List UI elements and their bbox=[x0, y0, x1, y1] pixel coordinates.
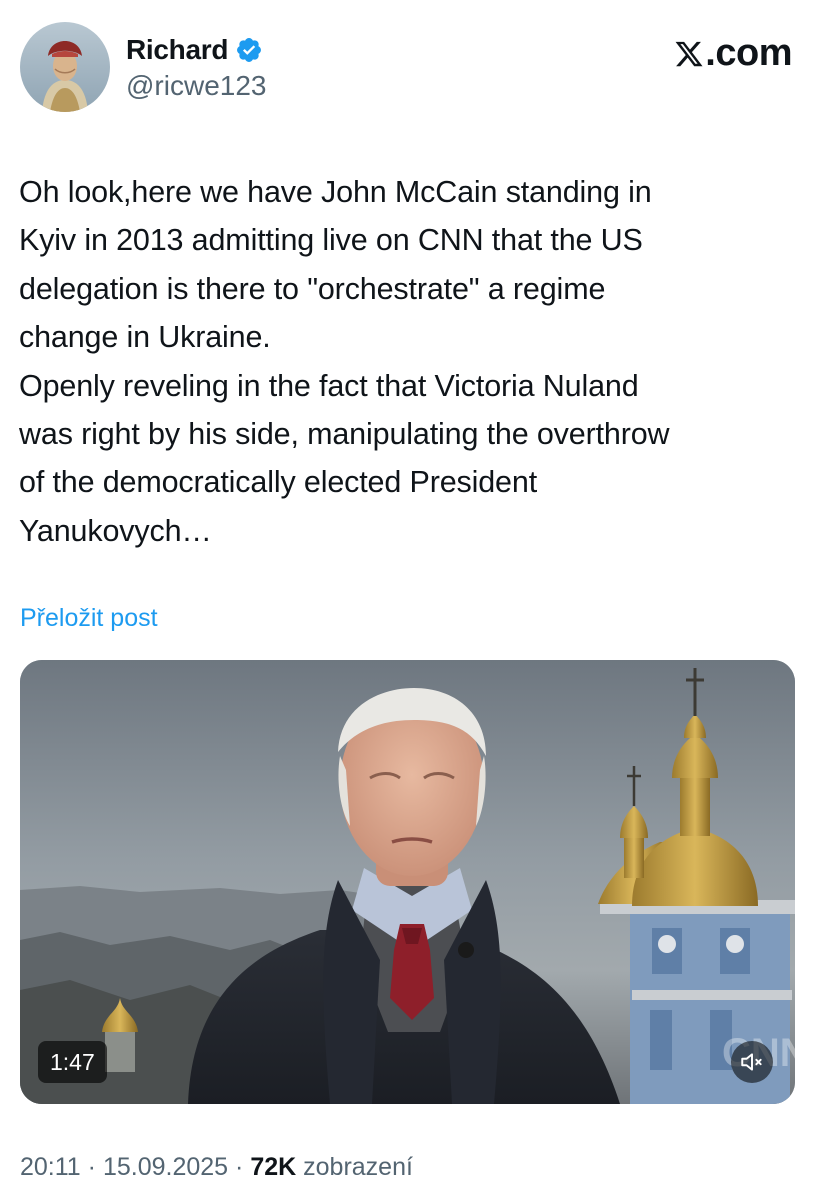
meta-separator: · bbox=[87, 1153, 96, 1181]
speaker-muted-icon bbox=[741, 1053, 762, 1071]
tweet-header: Richard @ricwe123 .com bbox=[20, 22, 795, 114]
brand-logo: .com bbox=[674, 32, 792, 75]
author-block: Richard @ricwe123 bbox=[126, 32, 266, 102]
post-date[interactable]: 15.09.2025 bbox=[103, 1153, 228, 1181]
tweet-text-line: Kyiv in 2013 admitting live on CNN that … bbox=[19, 223, 643, 258]
x-logo-icon bbox=[675, 41, 703, 66]
translate-post-link[interactable]: Přeložit post bbox=[20, 604, 158, 633]
tweet-text-line: of the democratically elected President bbox=[19, 465, 538, 500]
tweet-text-line: Yanukovych… bbox=[19, 513, 212, 548]
author-name[interactable]: Richard bbox=[126, 34, 228, 66]
video-duration-badge: 1:47 bbox=[38, 1041, 107, 1083]
tweet-text-line: was right by his side, manipulating the … bbox=[19, 417, 670, 452]
author-name-row: Richard bbox=[126, 32, 266, 68]
author-handle[interactable]: @ricwe123 bbox=[126, 70, 266, 102]
brand-label: .com bbox=[705, 32, 792, 74]
avatar[interactable] bbox=[20, 22, 110, 112]
tweet-meta: 20:11 · 15.09.2025 · 72K zobrazení bbox=[20, 1153, 413, 1182]
tweet-text-line: delegation is there to "orchestrate" a r… bbox=[19, 271, 606, 306]
meta-separator: · bbox=[235, 1153, 244, 1181]
tweet-text-line: Oh look,here we have John McCain standin… bbox=[19, 175, 652, 209]
tweet-text-line: change in Ukraine. bbox=[19, 320, 271, 355]
video-frame: CNN bbox=[20, 660, 795, 1104]
views-label: zobrazení bbox=[303, 1153, 413, 1181]
tweet-text: Oh look,here we have John McCain standin… bbox=[19, 168, 799, 555]
views-count[interactable]: 72K bbox=[250, 1153, 296, 1181]
verified-badge-icon bbox=[237, 38, 262, 62]
tweet-page: Richard @ricwe123 .com Oh look,here we h… bbox=[0, 0, 815, 1200]
tweet-text-line: Openly reveling in the fact that Victori… bbox=[19, 368, 639, 403]
mute-button[interactable] bbox=[731, 1041, 773, 1083]
post-time[interactable]: 20:11 bbox=[20, 1153, 81, 1181]
video-player[interactable]: CNN 1:47 bbox=[20, 660, 795, 1104]
